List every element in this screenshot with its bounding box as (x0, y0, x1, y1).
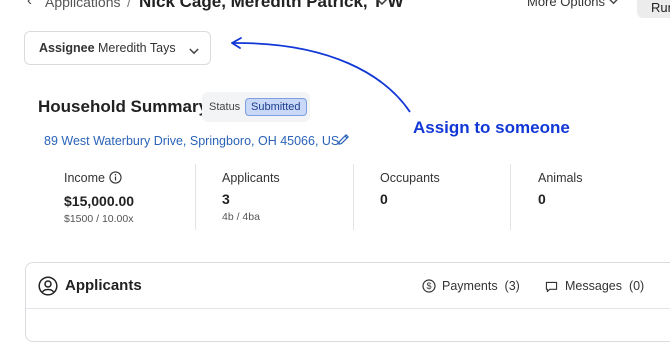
divider (510, 164, 511, 230)
pencil-icon[interactable] (337, 133, 350, 151)
stat-value: 0 (538, 191, 546, 207)
applicants-card (25, 262, 670, 342)
annotation-text: Assign to someone (413, 118, 570, 137)
divider (195, 164, 196, 230)
stat-subtext: $1500 / 10.00x (64, 213, 134, 225)
stat-label: Income (64, 171, 105, 185)
stat-income: Income $15,000.00 $1500 / 10.00x (64, 171, 134, 225)
dollar-circle-icon[interactable]: $ (422, 279, 436, 298)
payments-tab[interactable]: Payments (3) (442, 279, 520, 293)
stat-animals: Animals 0 (538, 171, 582, 207)
svg-text:$: $ (426, 281, 431, 291)
stat-applicants: Applicants 3 4b / 4ba (222, 171, 280, 223)
stat-occupants: Occupants 0 (380, 171, 440, 207)
stat-value: $15,000.00 (64, 193, 135, 209)
status-badge: Submitted (245, 98, 307, 116)
divider (26, 308, 670, 309)
messages-count: (0) (628, 279, 645, 293)
payments-count: (3) (504, 279, 520, 293)
household-summary-title: Household Summary (38, 97, 209, 116)
divider (353, 164, 354, 230)
payments-label: Payments (442, 279, 498, 293)
status-label: Status (209, 101, 241, 113)
stat-subtext: 4b / 4ba (222, 211, 260, 223)
stat-label: Applicants (222, 171, 280, 185)
stat-label: Occupants (380, 171, 440, 185)
status-container: Status Submitted (202, 92, 310, 122)
info-icon[interactable] (109, 171, 122, 187)
user-circle-icon (38, 276, 58, 301)
stat-value: 3 (222, 191, 230, 207)
messages-tab[interactable]: Messages (0) (565, 279, 644, 293)
stat-value: 0 (380, 191, 388, 207)
message-icon[interactable] (545, 280, 558, 298)
applicants-card-title: Applicants (65, 277, 142, 294)
messages-label: Messages (565, 279, 622, 293)
address-link[interactable]: 89 West Waterbury Drive, Springboro, OH … (44, 134, 339, 148)
stat-label: Animals (538, 171, 583, 185)
